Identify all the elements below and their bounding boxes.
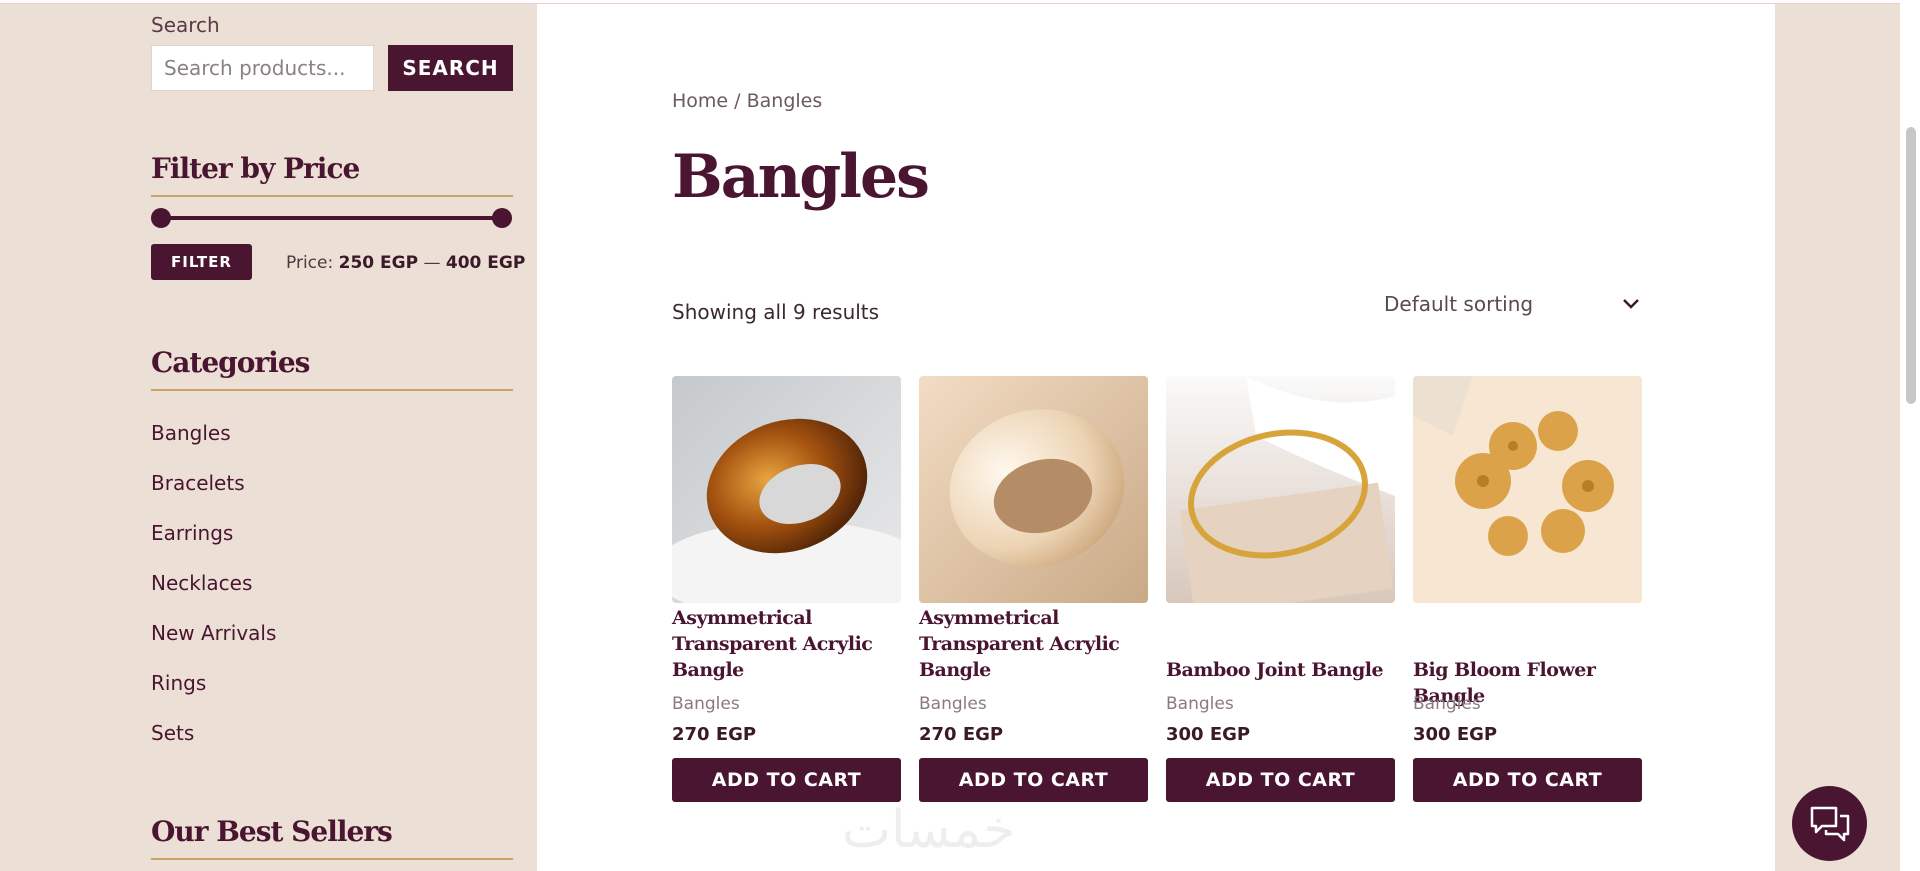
breadcrumb-current: Bangles [746,90,823,112]
price-slider-min-handle[interactable] [151,208,171,228]
category-link-rings[interactable]: Rings [151,671,206,695]
product-image[interactable] [1413,376,1642,603]
sort-select[interactable]: Default sorting [1384,290,1640,318]
price-separator: — [423,253,441,273]
categories-title: Categories [151,346,513,391]
product-price: 300 EGP [1413,724,1498,745]
sidebar [0,4,537,871]
category-link-sets[interactable]: Sets [151,721,194,745]
filter-button[interactable]: FILTER [151,244,252,280]
product-name[interactable]: Asymmetrical Transparent Acrylic Bangle [919,605,1148,683]
product-category[interactable]: Bangles [919,694,987,714]
sort-select-value: Default sorting [1384,292,1534,316]
search-input[interactable]: Search products... [151,45,374,91]
product-card: Asymmetrical Transparent Acrylic Bangle … [672,376,901,802]
price-max: 400 EGP [445,253,526,273]
product-name[interactable]: Bamboo Joint Bangle [1166,657,1395,683]
best-sellers-title: Our Best Sellers [151,815,513,860]
product-image[interactable] [919,376,1148,603]
add-to-cart-button[interactable]: ADD TO CART [1413,758,1642,802]
price-min: 250 EGP [338,253,419,273]
category-link-earrings[interactable]: Earrings [151,521,233,545]
page-title: Bangles [672,142,930,212]
price-slider-max-handle[interactable] [492,208,512,228]
product-card: Big Bloom Flower Bangle Bangles 300 EGP … [1413,376,1642,802]
product-card: Asymmetrical Transparent Acrylic Bangle … [919,376,1148,802]
chat-bubbles-icon [1810,806,1849,841]
product-image[interactable] [1166,376,1395,603]
product-price: 270 EGP [672,724,757,745]
category-link-bangles[interactable]: Bangles [151,421,231,445]
product-price: 270 EGP [919,724,1004,745]
breadcrumb: Home / Bangles [672,90,822,112]
breadcrumb-home[interactable]: Home [672,90,728,112]
result-count: Showing all 9 results [672,300,880,324]
price-slider-track[interactable] [161,216,502,220]
add-to-cart-button[interactable]: ADD TO CART [672,758,901,802]
product-category[interactable]: Bangles [1413,694,1481,714]
category-link-new-arrivals[interactable]: New Arrivals [151,621,276,645]
category-link-bracelets[interactable]: Bracelets [151,471,245,495]
price-range-text: Price: 250 EGP — 400 EGP [286,253,525,273]
product-card: Bamboo Joint Bangle Bangles 300 EGP ADD … [1166,376,1395,802]
search-button[interactable]: SEARCH [388,45,513,91]
chat-button[interactable] [1792,786,1867,861]
product-category[interactable]: Bangles [1166,694,1234,714]
filter-by-price-title: Filter by Price [151,152,513,197]
add-to-cart-button[interactable]: ADD TO CART [1166,758,1395,802]
breadcrumb-separator: / [734,90,741,112]
watermark: خمسات [842,800,1016,860]
add-to-cart-button[interactable]: ADD TO CART [919,758,1148,802]
price-label: Price: [286,253,334,273]
product-price: 300 EGP [1166,724,1251,745]
product-image[interactable] [672,376,901,603]
search-label: Search [151,13,220,37]
scrollbar-thumb[interactable] [1906,127,1916,404]
product-category[interactable]: Bangles [672,694,740,714]
product-name[interactable]: Asymmetrical Transparent Acrylic Bangle [672,605,901,683]
category-link-necklaces[interactable]: Necklaces [151,571,252,595]
chevron-down-icon [1623,299,1639,309]
